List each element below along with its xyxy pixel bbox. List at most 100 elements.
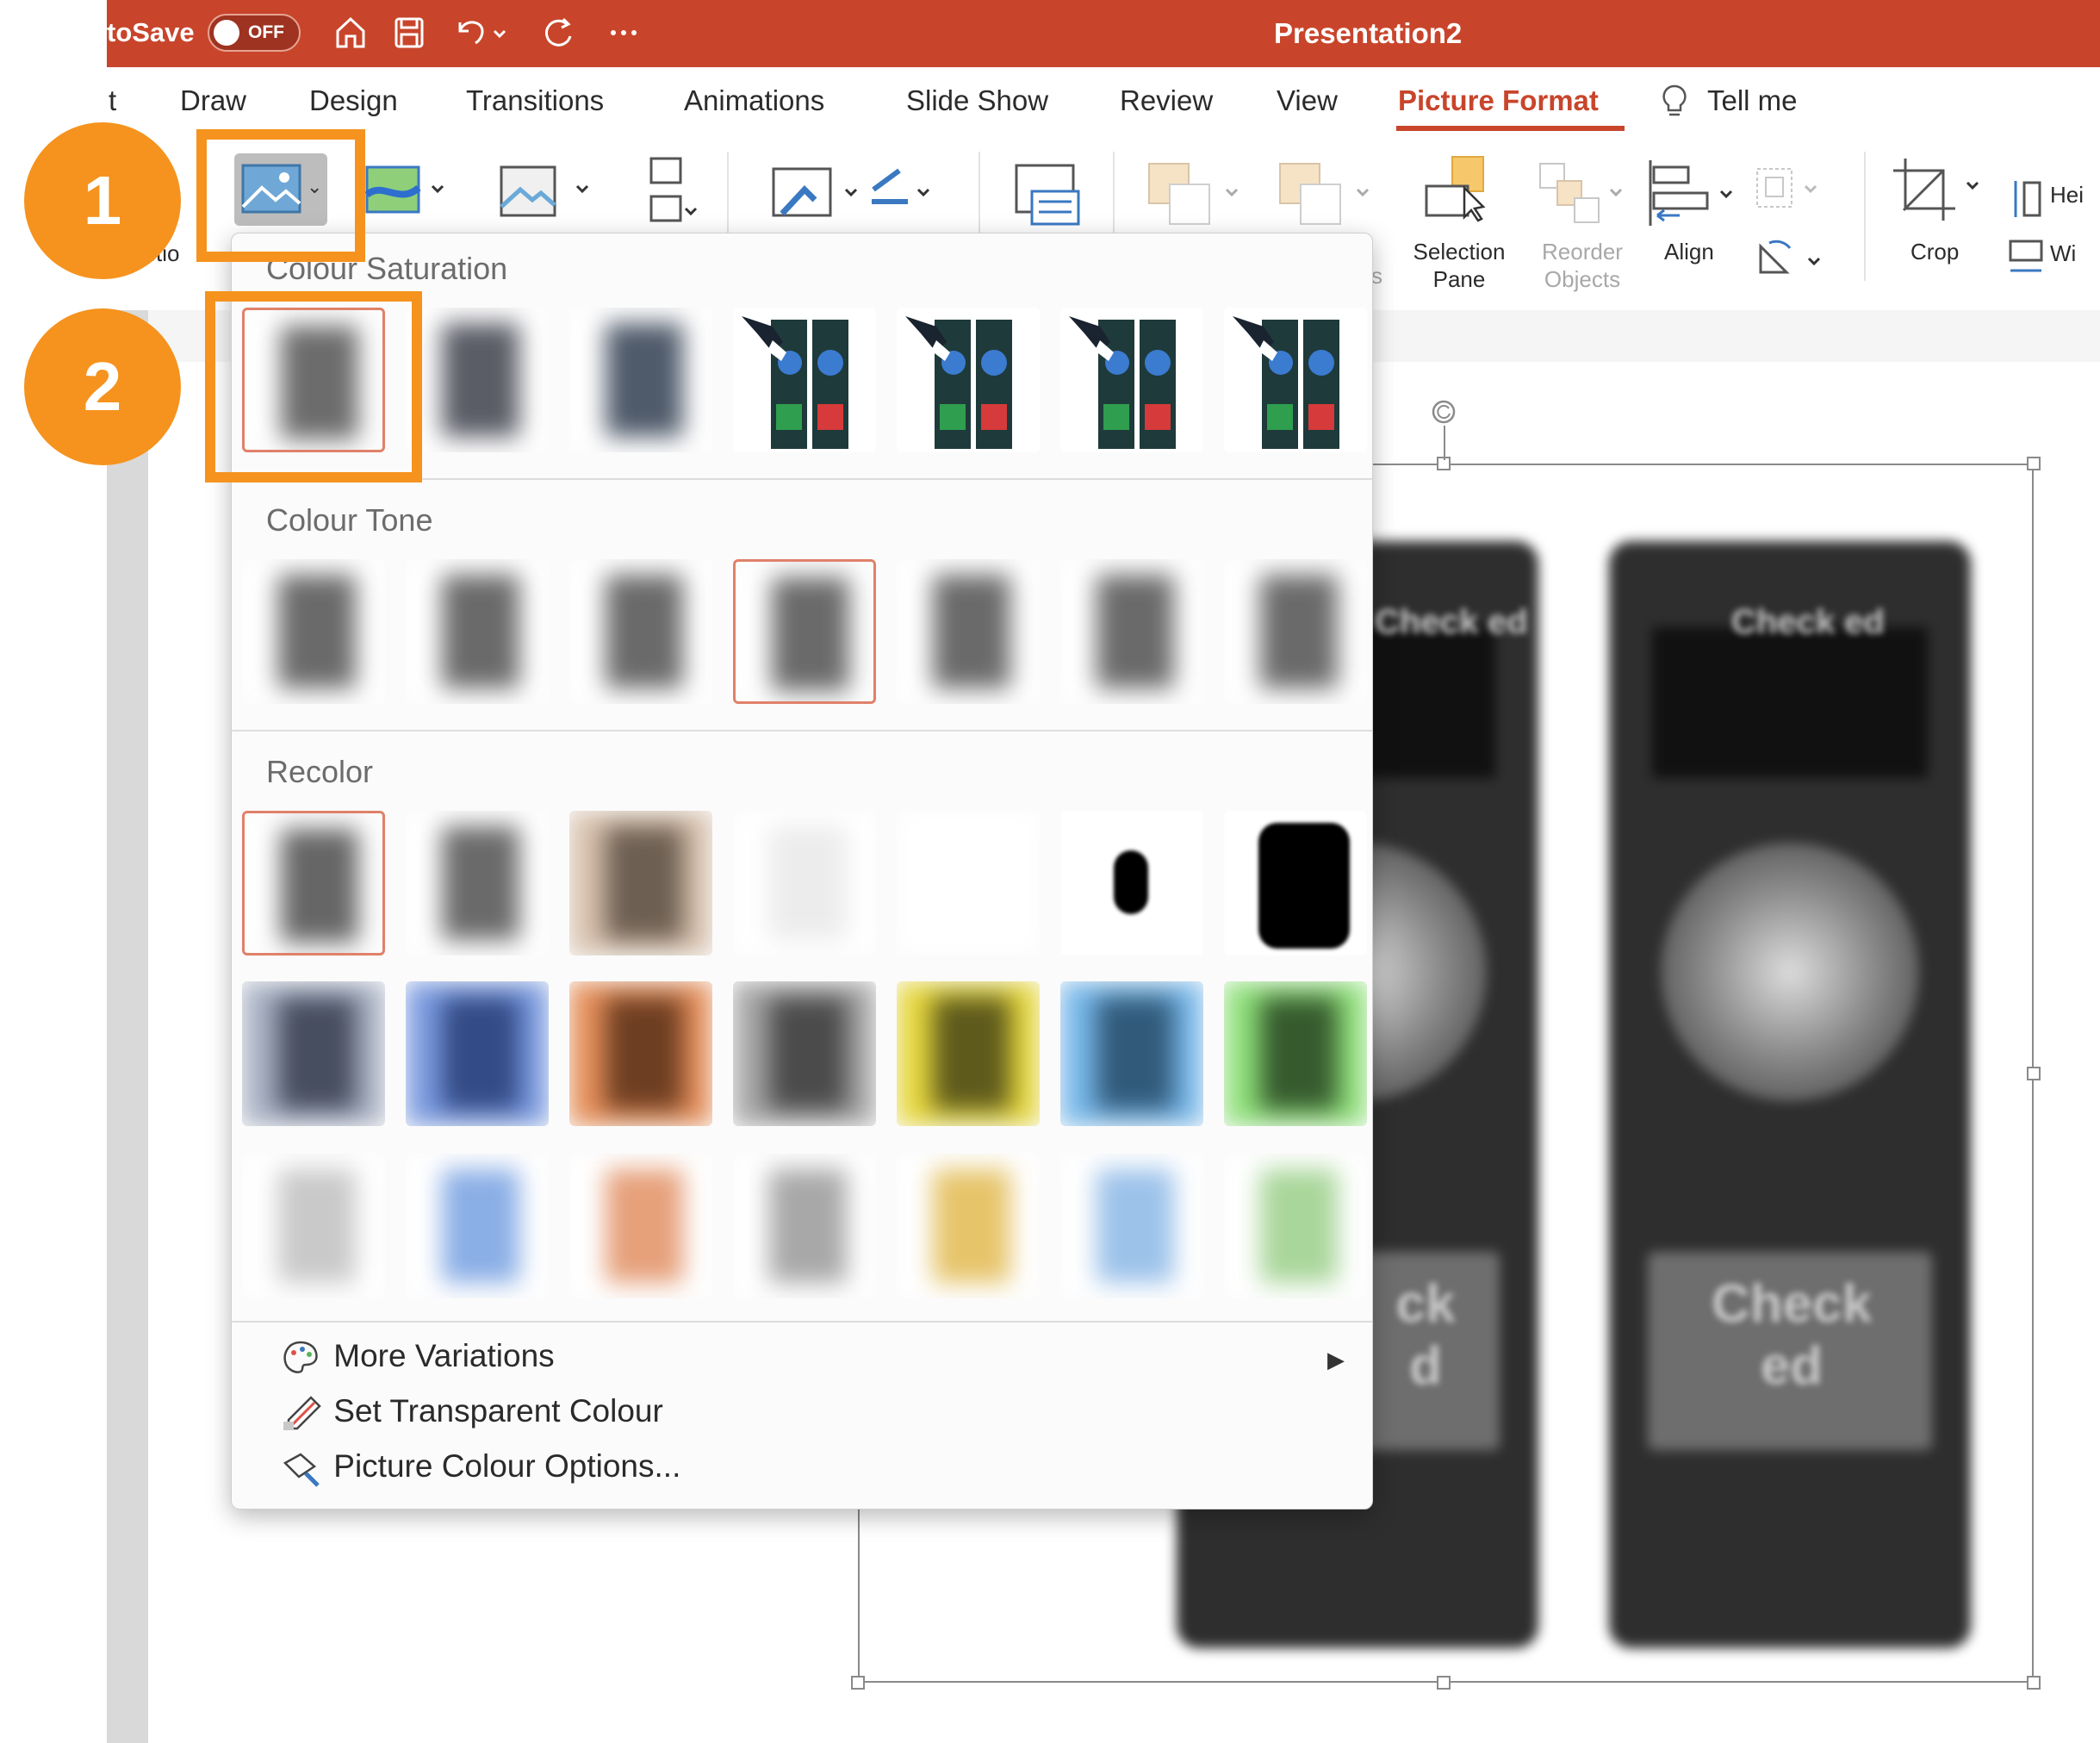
home-icon[interactable] [332, 12, 369, 52]
reorder-objects-line1: Reorder [1542, 239, 1623, 265]
color-swatch[interactable] [1060, 308, 1203, 452]
section-divider [232, 730, 1372, 731]
ribbon-tabs: t Draw Design Transitions Animations Sli… [107, 67, 2100, 134]
color-swatch[interactable] [897, 981, 1040, 1126]
color-swatch[interactable] [733, 308, 876, 452]
color-swatch[interactable] [897, 308, 1040, 452]
color-swatch[interactable] [242, 811, 385, 956]
tab-insert[interactable]: t [109, 84, 116, 117]
crop-label[interactable]: Crop [1911, 238, 1959, 265]
tab-slide-show[interactable]: Slide Show [906, 84, 1048, 117]
save-icon[interactable] [391, 12, 427, 52]
more-variations-item[interactable]: More Variations [280, 1338, 555, 1377]
bring-forward-icon [1148, 163, 1239, 225]
color-swatch[interactable] [733, 1154, 876, 1298]
height-icon [2014, 181, 2041, 217]
picture-border-icon[interactable] [770, 164, 934, 224]
color-swatch[interactable] [569, 1154, 712, 1298]
autosave-state: OFF [248, 22, 284, 42]
color-swatch[interactable] [1060, 811, 1203, 956]
color-swatch[interactable] [569, 308, 712, 452]
selection-pane-label[interactable]: Selection Pane [1407, 238, 1511, 293]
tab-animations[interactable]: Animations [684, 84, 824, 117]
color-swatch[interactable] [733, 981, 876, 1126]
selection-pane-line1: Selection [1413, 239, 1506, 265]
palette-icon [283, 1341, 318, 1373]
color-swatch[interactable] [569, 981, 712, 1126]
tell-me-search[interactable]: Tell me [1707, 84, 1798, 117]
group-icon [1756, 168, 1817, 208]
color-swatch[interactable] [1224, 1154, 1367, 1298]
align-icon[interactable] [1645, 159, 1749, 227]
artistic-effects-icon[interactable] [365, 164, 451, 215]
color-swatch[interactable] [1224, 559, 1367, 704]
color-swatch[interactable] [406, 811, 549, 956]
set-transparent-colour-label: Set Transparent Colour [333, 1393, 663, 1429]
reorder-objects-line2: Objects [1544, 266, 1621, 292]
color-swatch[interactable] [406, 981, 549, 1126]
rotate-icon[interactable] [1752, 234, 1838, 283]
color-swatch[interactable] [406, 559, 549, 704]
rotate-handle-icon[interactable] [1430, 398, 1457, 426]
section-divider [232, 1321, 1372, 1323]
resize-handle[interactable] [2027, 1676, 2041, 1690]
color-swatch[interactable] [569, 811, 712, 956]
color-swatch[interactable] [897, 811, 1040, 956]
reorder-objects-label: Reorder Objects [1526, 238, 1638, 293]
align-label[interactable]: Align [1664, 238, 1714, 265]
autosave-toggle[interactable]: OFF [208, 14, 301, 52]
resize-handle[interactable] [1437, 1676, 1451, 1690]
color-swatch[interactable] [1060, 981, 1203, 1126]
tab-picture-format[interactable]: Picture Format [1398, 84, 1599, 117]
selection-pane-icon[interactable] [1423, 155, 1492, 224]
color-swatch[interactable] [242, 981, 385, 1126]
selection-pane-line2: Pane [1432, 266, 1486, 292]
callout-badge-2: 2 [24, 308, 181, 465]
reorder-objects-icon [1539, 163, 1623, 223]
set-transparent-colour-item[interactable]: Set Transparent Colour [280, 1393, 663, 1432]
crop-icon[interactable] [1890, 155, 1993, 227]
color-swatch[interactable] [1060, 1154, 1203, 1298]
color-swatch[interactable] [242, 559, 385, 704]
color-swatch[interactable] [1224, 811, 1367, 956]
send-backward-icon [1279, 163, 1370, 225]
redo-icon[interactable] [541, 12, 577, 52]
tab-view[interactable]: View [1277, 84, 1338, 117]
callout-highlight-first-swatch [205, 291, 422, 482]
picture-colour-options-item[interactable]: Picture Colour Options... [280, 1448, 680, 1487]
resize-handle[interactable] [851, 1676, 865, 1690]
alt-text-icon[interactable] [1013, 160, 1082, 229]
color-swatch[interactable] [406, 308, 549, 452]
title-bar: toSave OFF Presentation2 [107, 0, 2100, 67]
color-swatch[interactable] [1060, 559, 1203, 704]
color-swatch[interactable] [1224, 981, 1367, 1126]
color-swatch[interactable] [733, 559, 876, 704]
tab-draw[interactable]: Draw [180, 84, 246, 117]
lightbulb-icon [1662, 84, 1687, 116]
powerpoint-window: toSave OFF Presentation2 t Draw Design T… [0, 0, 2100, 1743]
submenu-arrow-icon: ▶ [1327, 1347, 1345, 1373]
color-swatch[interactable] [733, 811, 876, 956]
color-swatch[interactable] [897, 559, 1040, 704]
color-swatch[interactable] [569, 559, 712, 704]
transparency-icon[interactable] [498, 164, 601, 219]
color-swatch[interactable] [406, 1154, 549, 1298]
color-swatch[interactable] [242, 1154, 385, 1298]
color-swatch[interactable] [897, 1154, 1040, 1298]
tab-transitions[interactable]: Transitions [466, 84, 604, 117]
color-options-icon [283, 1453, 320, 1487]
compress-icon[interactable] [641, 153, 701, 231]
width-label: Wi [2050, 240, 2077, 266]
rotate-handle-stem [1444, 426, 1445, 460]
tab-review[interactable]: Review [1120, 84, 1213, 117]
undo-icon[interactable] [450, 12, 510, 52]
resize-handle[interactable] [2027, 1067, 2041, 1080]
tab-design[interactable]: Design [309, 84, 398, 117]
resize-handle[interactable] [2027, 457, 2041, 470]
color-swatch[interactable] [1224, 308, 1367, 452]
thumbnail-pane-edge[interactable] [107, 310, 148, 1743]
more-variations-label: More Variations [333, 1338, 555, 1373]
more-icon[interactable] [606, 12, 643, 52]
toggle-knob [214, 20, 239, 46]
ribbon-separator [1864, 152, 1866, 281]
